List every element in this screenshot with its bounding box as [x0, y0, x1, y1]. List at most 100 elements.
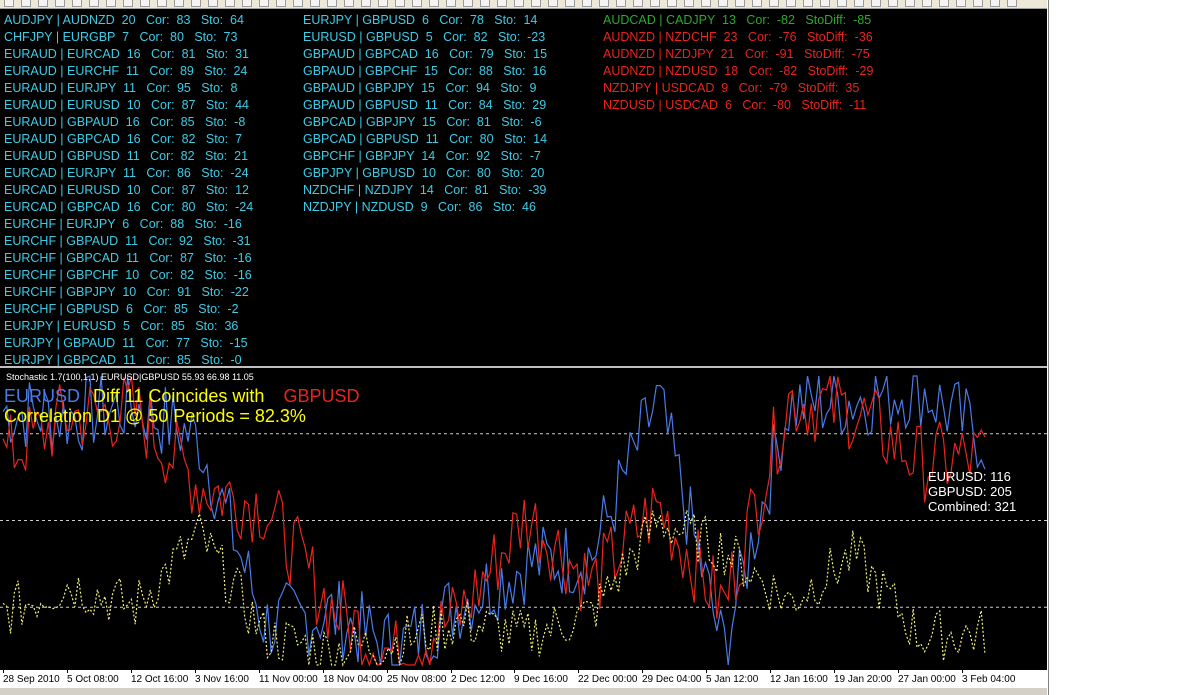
- toolbar-button[interactable]: [633, 0, 643, 7]
- horizontal-scrollbar[interactable]: [0, 688, 1047, 695]
- toolbar-button[interactable]: [378, 0, 388, 7]
- toolbar-button[interactable]: [939, 0, 949, 7]
- pair-row: GBPAUD | GBPCAD 16 Cor: 79 Sto: 15: [303, 47, 548, 61]
- toolbar-button[interactable]: [684, 0, 694, 7]
- toolbar-button[interactable]: [38, 0, 48, 7]
- toolbar-button[interactable]: [361, 0, 371, 7]
- toolbar-button[interactable]: [463, 0, 473, 7]
- pair-list-pane: AUDJPY | AUDNZD 20 Cor: 83 Sto: 64 CHFJPY…: [0, 9, 1047, 366]
- toolbar-button[interactable]: [429, 0, 439, 7]
- toolbar-button[interactable]: [123, 0, 133, 7]
- pair-row: EURAUD | EURCAD 16 Cor: 81 Sto: 31: [4, 47, 249, 61]
- readout-gbpusd: GBPUSD: 205: [928, 484, 1012, 499]
- pair-row: EURAUD | GBPCAD 16 Cor: 82 Sto: 7: [4, 132, 243, 146]
- toolbar-button[interactable]: [735, 0, 745, 7]
- toolbar-button[interactable]: [616, 0, 626, 7]
- toolbar-button[interactable]: [191, 0, 201, 7]
- toolbar-button[interactable]: [21, 0, 31, 7]
- toolbar-button[interactable]: [1007, 0, 1017, 7]
- toolbar-button[interactable]: [276, 0, 286, 7]
- time-axis-label: 3 Feb 04:00: [962, 674, 1016, 685]
- toolbar-button[interactable]: [480, 0, 490, 7]
- toolbar-button[interactable]: [922, 0, 932, 7]
- pair-row: EURJPY | EURUSD 5 Cor: 85 Sto: 36: [4, 319, 239, 333]
- toolbar-button[interactable]: [497, 0, 507, 7]
- toolbar: [0, 0, 1047, 9]
- indicator-title: Stochastic 1.7(100,1,1) EURUSD|GBPUSD 55…: [6, 372, 254, 382]
- time-axis-label: 9 Dec 16:00: [514, 674, 568, 685]
- toolbar-button[interactable]: [565, 0, 575, 7]
- toolbar-button[interactable]: [837, 0, 847, 7]
- pair-row: NZDUSD | USDCAD 6 Cor: -80 StoDiff: -11: [603, 98, 867, 112]
- toolbar-button[interactable]: [803, 0, 813, 7]
- toolbar-button[interactable]: [599, 0, 609, 7]
- pair-row: AUDJPY | AUDNZD 20 Cor: 83 Sto: 64: [4, 13, 244, 27]
- toolbar-button[interactable]: [327, 0, 337, 7]
- toolbar-button[interactable]: [888, 0, 898, 7]
- symbol-1-label: EURUSD: [4, 386, 81, 406]
- pair-row: GBPJPY | GBPUSD 10 Cor: 80 Sto: 20: [303, 166, 545, 180]
- toolbar-button[interactable]: [990, 0, 1000, 7]
- pair-row: GBPAUD | GBPUSD 11 Cor: 84 Sto: 29: [303, 98, 547, 112]
- inverse-pair-list-column: AUDCAD | CADJPY 13 Cor: -82 StoDiff: -85…: [603, 12, 873, 114]
- toolbar-button[interactable]: [89, 0, 99, 7]
- time-axis-tick: [323, 669, 324, 673]
- pair-row: EURCHF | GBPCHF 10 Cor: 82 Sto: -16: [4, 268, 252, 282]
- toolbar-button[interactable]: [412, 0, 422, 7]
- correlation-label: Correlation D1 @ 50 Periods = 82.3%: [4, 406, 306, 426]
- toolbar-button[interactable]: [395, 0, 405, 7]
- toolbar-button[interactable]: [208, 0, 218, 7]
- pair-row: AUDCAD | CADJPY 13 Cor: -82 StoDiff: -85: [603, 13, 872, 27]
- pair-row: NZDJPY | USDCAD 9 Cor: -79 StoDiff: 35: [603, 81, 860, 95]
- pair-row: EURAUD | EURCHF 11 Cor: 89 Sto: 24: [4, 64, 248, 78]
- time-axis-label: 2 Dec 12:00: [451, 674, 505, 685]
- series-line-diff: [2, 510, 986, 667]
- toolbar-button[interactable]: [752, 0, 762, 7]
- toolbar-button[interactable]: [548, 0, 558, 7]
- toolbar-button[interactable]: [310, 0, 320, 7]
- pair-row: EURAUD | EURJPY 11 Cor: 95 Sto: 8: [4, 81, 238, 95]
- toolbar-button[interactable]: [55, 0, 65, 7]
- toolbar-button[interactable]: [650, 0, 660, 7]
- toolbar-button[interactable]: [157, 0, 167, 7]
- toolbar-button[interactable]: [582, 0, 592, 7]
- toolbar-button[interactable]: [531, 0, 541, 7]
- toolbar-button[interactable]: [718, 0, 728, 7]
- toolbar-button[interactable]: [446, 0, 456, 7]
- toolbar-button[interactable]: [106, 0, 116, 7]
- toolbar-button[interactable]: [905, 0, 915, 7]
- stochastic-indicator-pane[interactable]: Stochastic 1.7(100,1,1) EURUSD|GBPUSD 55…: [0, 368, 1047, 669]
- toolbar-button[interactable]: [956, 0, 966, 7]
- toolbar-button[interactable]: [242, 0, 252, 7]
- time-axis-tick: [578, 669, 579, 673]
- pair-row: EURCHF | GBPJPY 10 Cor: 91 Sto: -22: [4, 285, 249, 299]
- toolbar-button[interactable]: [4, 0, 14, 7]
- toolbar-button[interactable]: [820, 0, 830, 7]
- toolbar-button[interactable]: [225, 0, 235, 7]
- time-axis-label: 3 Nov 16:00: [195, 674, 249, 685]
- time-axis-tick: [131, 669, 132, 673]
- toolbar-button[interactable]: [786, 0, 796, 7]
- toolbar-button[interactable]: [344, 0, 354, 7]
- time-axis-label: 18 Nov 04:00: [323, 674, 383, 685]
- toolbar-button[interactable]: [140, 0, 150, 7]
- toolbar-button[interactable]: [174, 0, 184, 7]
- toolbar-button[interactable]: [667, 0, 677, 7]
- toolbar-button[interactable]: [973, 0, 983, 7]
- time-axis: 28 Sep 2010 5 Oct 08:00 12 Oct 16:00 3 Nov …: [0, 669, 1047, 688]
- toolbar-button[interactable]: [259, 0, 269, 7]
- toolbar-button[interactable]: [514, 0, 524, 7]
- toolbar-button[interactable]: [854, 0, 864, 7]
- pair-row: AUDNZD | NZDUSD 18 Cor: -82 StoDiff: -29: [603, 64, 874, 78]
- toolbar-button[interactable]: [871, 0, 881, 7]
- toolbar-button[interactable]: [769, 0, 779, 7]
- toolbar-button[interactable]: [701, 0, 711, 7]
- toolbar-button[interactable]: [293, 0, 303, 7]
- pair-row: GBPCAD | GBPUSD 11 Cor: 80 Sto: 14: [303, 132, 548, 146]
- toolbar-button[interactable]: [72, 0, 82, 7]
- pair-row: EURAUD | GBPUSD 11 Cor: 82 Sto: 21: [4, 149, 249, 163]
- pair-list-column-1: AUDJPY | AUDNZD 20 Cor: 83 Sto: 64 CHFJPY…: [4, 12, 253, 366]
- time-axis-tick: [706, 669, 707, 673]
- time-axis-label: 11 Nov 00:00: [259, 674, 318, 685]
- pair-row: EURCAD | EURJPY 11 Cor: 86 Sto: -24: [4, 166, 249, 180]
